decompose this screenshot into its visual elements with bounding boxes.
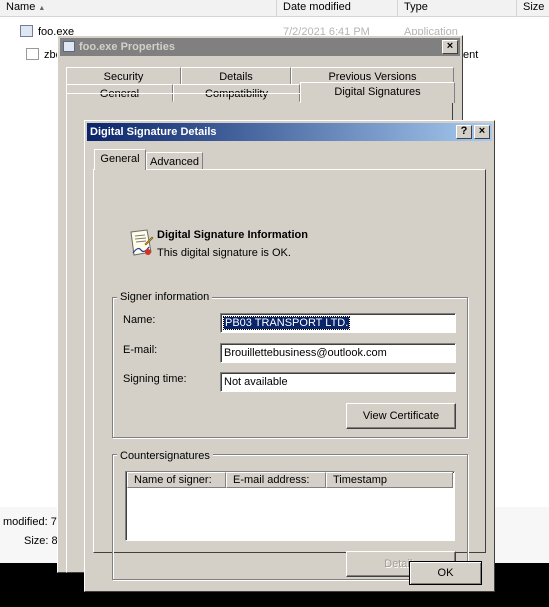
column-header-bar: Name ▲ Date modified Type Size: [0, 0, 549, 17]
signature-details-dialog: Digital Signature Details ? × General Ad…: [84, 120, 495, 592]
tab-details[interactable]: Details: [181, 67, 291, 85]
list-header-name-of-signer[interactable]: Name of signer:: [127, 472, 226, 488]
help-icon: ?: [460, 125, 468, 137]
list-header-timestamp[interactable]: Timestamp: [326, 472, 453, 488]
help-button[interactable]: ?: [456, 125, 472, 139]
tab-general[interactable]: General: [94, 149, 146, 170]
certificate-icon: [130, 229, 154, 256]
detail-modified: modified: 7: [3, 516, 57, 528]
email-label: E-mail:: [123, 344, 158, 356]
name-field[interactable]: PB03 TRANSPORT LTD.: [220, 313, 456, 333]
file-type-fragment: ent: [463, 49, 479, 61]
name-value: PB03 TRANSPORT LTD.: [222, 316, 351, 330]
name-label: Name:: [123, 314, 156, 326]
column-header-name[interactable]: Name ▲: [0, 0, 277, 16]
close-button[interactable]: ×: [474, 125, 490, 139]
close-icon: ×: [446, 40, 454, 52]
tab-digital-signatures[interactable]: Digital Signatures: [300, 82, 455, 103]
view-certificate-button[interactable]: View Certificate: [346, 403, 456, 429]
sort-ascending-icon: ▲: [38, 5, 46, 12]
column-header-type[interactable]: Type: [398, 0, 517, 16]
column-header-date-modified[interactable]: Date modified: [277, 0, 398, 16]
email-field[interactable]: Brouillettebusiness@outlook.com: [220, 343, 456, 363]
signature-details-title: Digital Signature Details: [90, 126, 217, 138]
column-header-size[interactable]: Size: [517, 0, 549, 16]
countersignatures-list[interactable]: Name of signer: E-mail address: Timestam…: [125, 471, 455, 541]
tab-security[interactable]: Security: [66, 67, 181, 85]
properties-titlebar[interactable]: foo.exe Properties ×: [60, 38, 460, 56]
signature-details-titlebar[interactable]: Digital Signature Details ? ×: [87, 123, 492, 141]
close-button[interactable]: ×: [442, 40, 458, 54]
detail-size: Size: 8: [24, 535, 58, 547]
general-tab-panel: Digital Signature Information This digit…: [93, 169, 486, 580]
file-row-zbc[interactable]: zbc: [26, 47, 61, 64]
signing-time-label: Signing time:: [123, 373, 187, 385]
countersignatures-title: Countersignatures: [117, 450, 213, 462]
info-status: This digital signature is OK.: [157, 247, 291, 259]
application-icon: [63, 41, 75, 52]
ok-button[interactable]: OK: [409, 561, 482, 585]
close-icon: ×: [478, 125, 486, 137]
properties-title: foo.exe Properties: [79, 41, 175, 53]
application-icon: [20, 25, 33, 37]
document-icon: [26, 48, 39, 60]
tab-advanced[interactable]: Advanced: [146, 152, 203, 170]
signing-time-field[interactable]: Not available: [220, 372, 456, 392]
signer-information-title: Signer information: [117, 291, 213, 303]
info-heading: Digital Signature Information: [157, 229, 308, 241]
list-header-email-address[interactable]: E-mail address:: [226, 472, 326, 488]
